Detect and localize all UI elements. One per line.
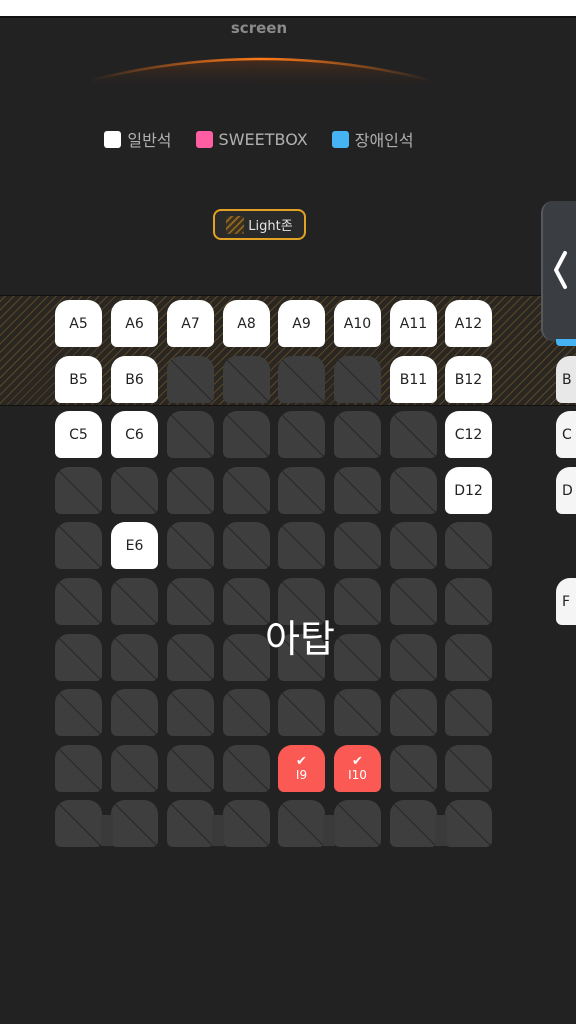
seat-A10[interactable]: A10 (334, 300, 381, 347)
seat-H8 (223, 689, 270, 736)
seat-J10 (334, 800, 381, 847)
legend-item-accessible: 장애인석 (331, 127, 414, 151)
accessible-seat-peek (556, 339, 576, 346)
check-icon: ✔ (296, 753, 307, 769)
seat-J6 (111, 800, 158, 847)
light-zone-swatch (226, 215, 245, 234)
seat-H12 (445, 689, 492, 736)
seat-D7 (167, 467, 214, 514)
seat-A5[interactable]: A5 (55, 300, 102, 347)
seat-E8 (223, 522, 270, 569)
seat-connector (435, 815, 447, 846)
seat-D10 (334, 467, 381, 514)
seat-E11 (390, 522, 437, 569)
seat-E5 (55, 522, 102, 569)
seat-A6[interactable]: A6 (111, 300, 158, 347)
seat-C8 (223, 411, 270, 458)
seat-A11[interactable]: A11 (390, 300, 437, 347)
seat-D11 (390, 467, 437, 514)
seat-I11 (390, 745, 437, 792)
seat-connector (212, 815, 224, 846)
legend-label: 장애인석 (354, 131, 414, 150)
seat-label: I9 (295, 767, 308, 782)
seat-next-block-D[interactable]: D (556, 467, 576, 514)
seat-E6[interactable]: E6 (111, 522, 158, 569)
seat-legend: 일반석 SWEETBOX 장애인석 (0, 127, 518, 151)
side-panel-toggle[interactable] (541, 201, 576, 341)
seat-H6 (111, 689, 158, 736)
screen-label: screen (230, 19, 288, 37)
seat-B7 (167, 356, 214, 403)
legend-item-sweetbox: SWEETBOX (195, 127, 308, 151)
seat-next-block-C[interactable]: C (556, 411, 576, 458)
seat-E9 (278, 522, 325, 569)
legend-label: 일반석 (127, 131, 172, 150)
light-zone-label: Light존 (248, 219, 293, 234)
seat-H9 (278, 689, 325, 736)
seat-J5 (55, 800, 102, 847)
seat-H11 (390, 689, 437, 736)
chevron-left-icon (554, 251, 567, 289)
seat-I10[interactable]: ✔ I10 (334, 745, 381, 792)
screen-arc (90, 57, 432, 90)
seat-B8 (223, 356, 270, 403)
seat-C6[interactable]: C6 (111, 411, 158, 458)
light-zone-badge[interactable]: Light존 (213, 209, 306, 240)
seat-A8[interactable]: A8 (223, 300, 270, 347)
seat-connector (323, 815, 335, 846)
watermark-text: 아탑 (265, 617, 335, 661)
seat-D8 (223, 467, 270, 514)
seat-J12 (445, 800, 492, 847)
seat-C9 (278, 411, 325, 458)
seat-next-block-B[interactable]: B (556, 356, 576, 403)
seat-I6 (111, 745, 158, 792)
seat-D12[interactable]: D12 (445, 467, 492, 514)
seat-C10 (334, 411, 381, 458)
seat-D5 (55, 467, 102, 514)
seat-H10 (334, 689, 381, 736)
seat-J11 (390, 800, 437, 847)
seat-D9 (278, 467, 325, 514)
seat-J7 (167, 800, 214, 847)
seat-D6 (111, 467, 158, 514)
seat-C5[interactable]: C5 (55, 411, 102, 458)
seat-I5 (55, 745, 102, 792)
seat-E10 (334, 522, 381, 569)
seat-label: I10 (348, 767, 367, 782)
legend-swatch-normal (104, 130, 122, 148)
seat-E12 (445, 522, 492, 569)
seat-I12 (445, 745, 492, 792)
seat-C12[interactable]: C12 (445, 411, 492, 458)
seat-B12[interactable]: B12 (445, 356, 492, 403)
check-icon: ✔ (352, 753, 363, 769)
seat-E7 (167, 522, 214, 569)
seat-I7 (167, 745, 214, 792)
seat-B11[interactable]: B11 (390, 356, 437, 403)
legend-item-normal: 일반석 (104, 127, 172, 151)
seat-I8 (223, 745, 270, 792)
seat-J9 (278, 800, 325, 847)
seat-C11 (390, 411, 437, 458)
seat-C7 (167, 411, 214, 458)
legend-swatch-sweetbox (195, 130, 213, 148)
top-divider (0, 16, 576, 18)
seat-B6[interactable]: B6 (111, 356, 158, 403)
seat-A7[interactable]: A7 (167, 300, 214, 347)
seat-B5[interactable]: B5 (55, 356, 102, 403)
seat-B10 (334, 356, 381, 403)
seat-H7 (167, 689, 214, 736)
seat-B9 (278, 356, 325, 403)
seat-connector (101, 815, 113, 846)
seat-J8 (223, 800, 270, 847)
legend-label: SWEETBOX (218, 129, 308, 149)
seat-H5 (55, 689, 102, 736)
seat-A12[interactable]: A12 (445, 300, 492, 347)
seat-A9[interactable]: A9 (278, 300, 325, 347)
browser-top-bar (0, 0, 576, 16)
seat-I9[interactable]: ✔ I9 (278, 745, 325, 792)
legend-swatch-accessible (331, 130, 349, 148)
